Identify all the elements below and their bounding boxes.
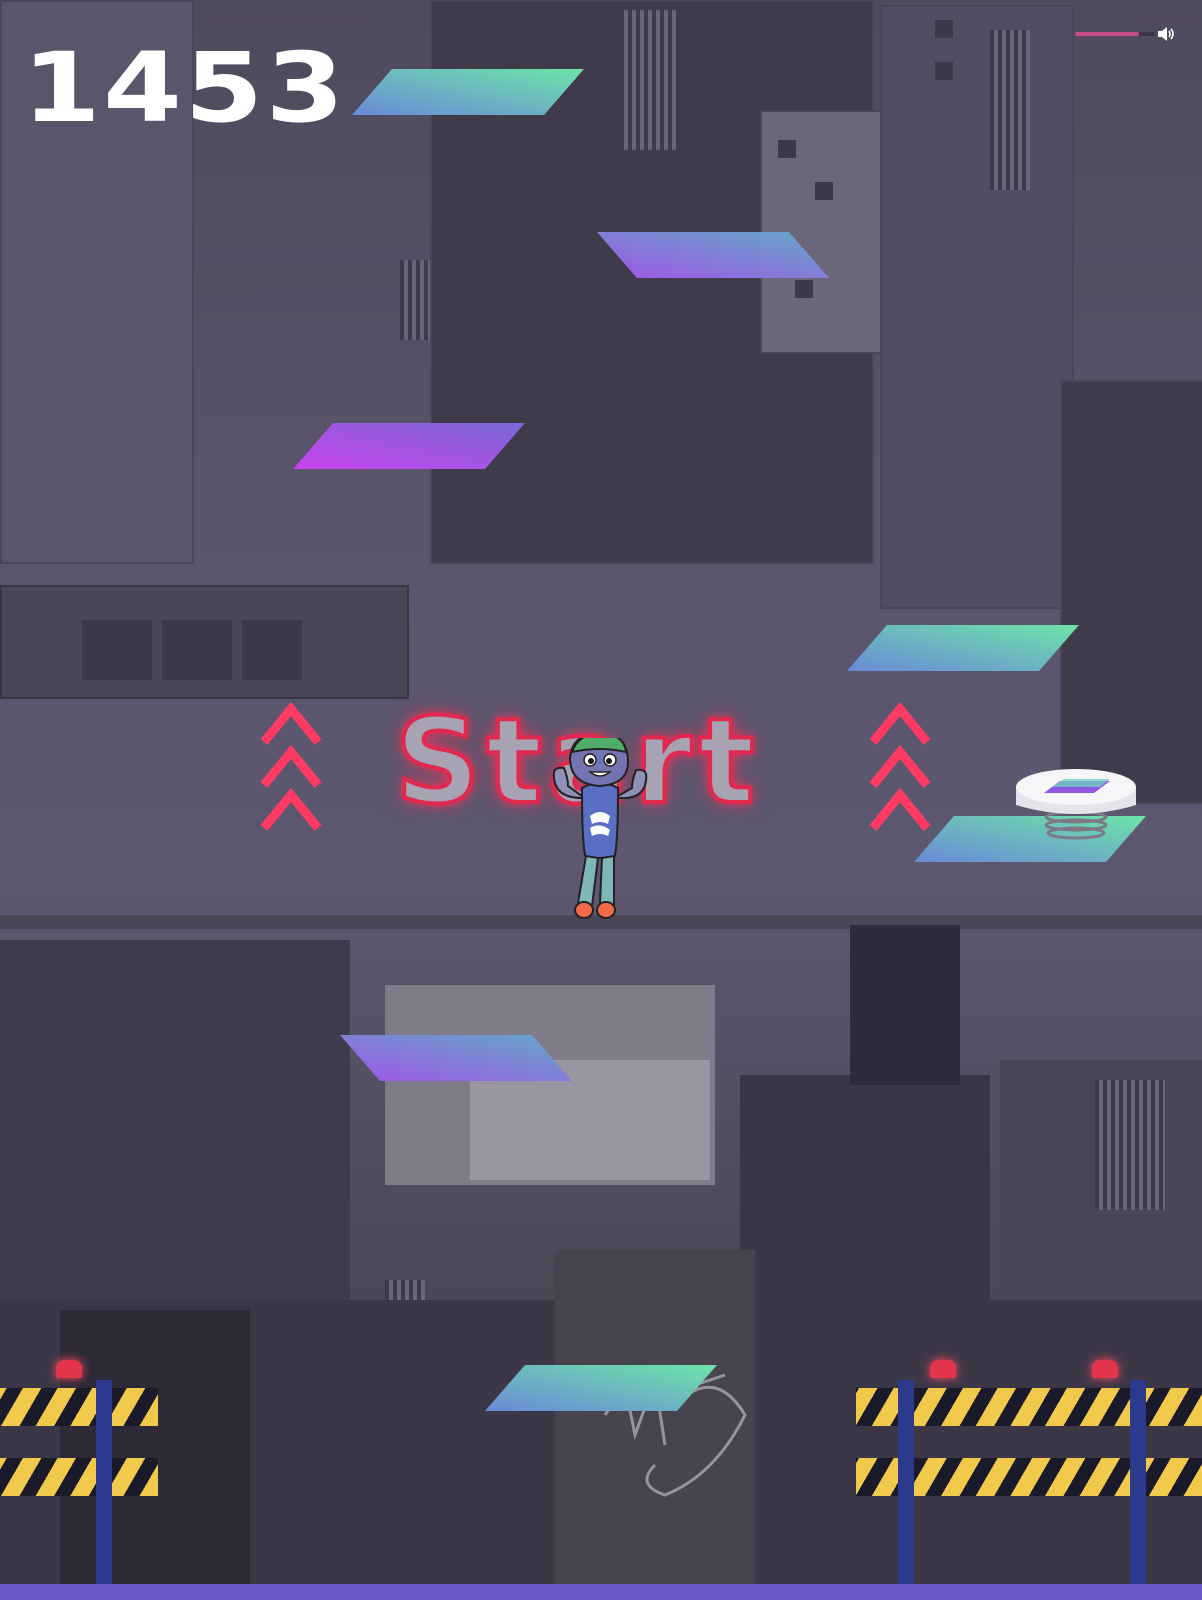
platform: [340, 1035, 572, 1081]
background-vent: [1095, 1080, 1165, 1210]
chevron-up-icon: [260, 701, 322, 831]
background-vent: [620, 10, 680, 150]
score-counter: 1453: [22, 32, 347, 144]
player-robot-character: [552, 738, 648, 919]
background-window: [778, 140, 796, 158]
background-window: [815, 182, 833, 200]
warning-light: [1092, 1360, 1118, 1378]
speaker-icon[interactable]: [1155, 24, 1175, 44]
volume-control[interactable]: [1075, 24, 1175, 44]
warning-light: [930, 1360, 956, 1378]
hazard-stripe: [0, 1458, 158, 1496]
background-window: [82, 620, 152, 680]
platform: [485, 1365, 717, 1411]
background-window: [935, 62, 953, 80]
background-vent: [400, 260, 430, 340]
barrier-post: [96, 1380, 112, 1584]
platform: [352, 69, 584, 115]
background-building: [850, 925, 960, 1085]
background-building: [1060, 380, 1202, 804]
barrier-post: [898, 1380, 914, 1584]
background-window: [162, 620, 232, 680]
background-vent: [990, 30, 1030, 190]
volume-slider-fill[interactable]: [1075, 32, 1139, 36]
background-window: [242, 620, 302, 680]
barrier-post: [1130, 1380, 1146, 1584]
ground-strip: [0, 1584, 1202, 1600]
warning-light: [56, 1360, 82, 1378]
background-building: [880, 5, 1074, 609]
spring-powerup-icon: [1016, 769, 1136, 840]
background-window: [795, 280, 813, 298]
background-machine: [60, 1310, 250, 1584]
platform: [597, 232, 829, 278]
background-window: [935, 20, 953, 38]
hazard-stripe: [0, 1388, 158, 1426]
game-canvas[interactable]: Start: [0, 0, 1202, 1600]
platform: [847, 625, 1079, 671]
background-building: [0, 940, 350, 1300]
platform: [293, 423, 525, 469]
